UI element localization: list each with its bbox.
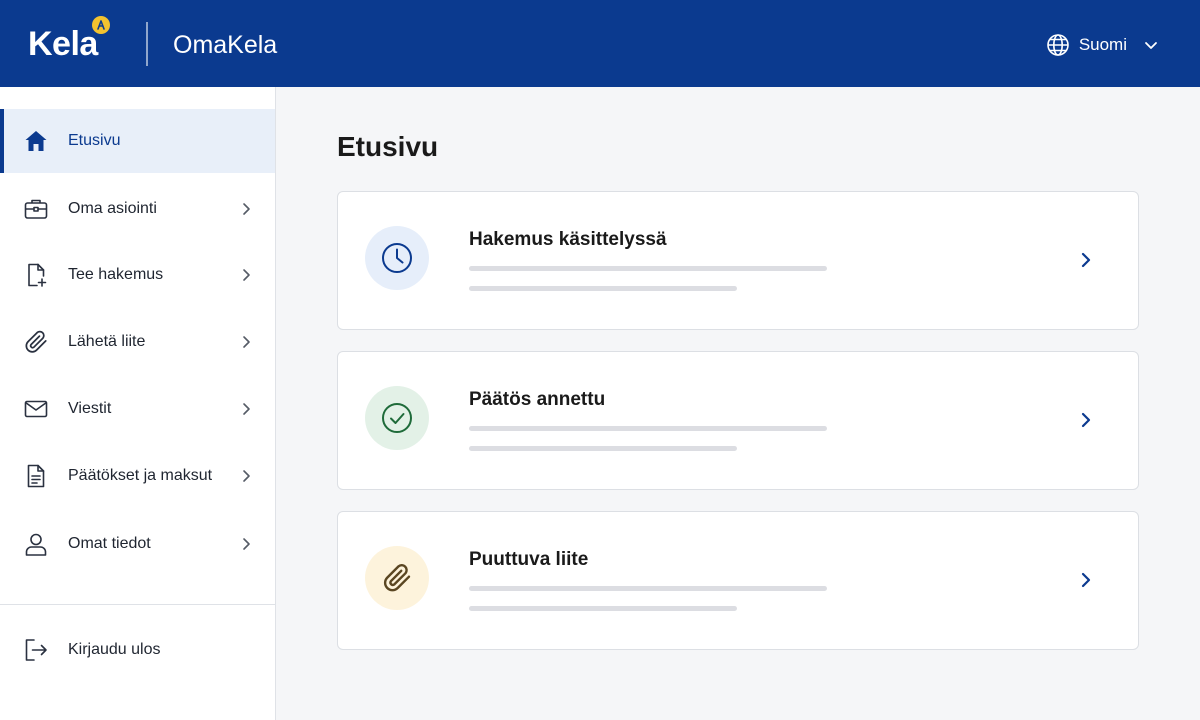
user-icon	[22, 530, 50, 558]
sidebar-item-paatokset-ja-maksut[interactable]: Päätökset ja maksut	[0, 444, 275, 508]
chevron-right-icon	[1081, 252, 1091, 268]
mail-icon	[22, 395, 50, 423]
placeholder-line	[469, 586, 827, 591]
briefcase-icon	[22, 195, 50, 223]
sidebar-item-label: Viestit	[68, 400, 112, 417]
card-title: Hakemus käsittelyssä	[469, 229, 667, 250]
placeholder-line	[469, 606, 737, 611]
chevron-right-icon	[243, 470, 250, 482]
chevron-right-icon	[243, 336, 250, 348]
status-card-puuttuva-liite[interactable]: Puuttuva liite	[337, 511, 1139, 650]
chevron-right-icon	[1081, 412, 1091, 428]
logout-icon	[22, 636, 50, 664]
status-card-hakemus-kasittelyssa[interactable]: Hakemus käsittelyssä	[337, 191, 1139, 330]
paperclip-icon	[22, 328, 50, 356]
placeholder-line	[469, 266, 827, 271]
kela-logo[interactable]: Kela	[28, 26, 98, 62]
sidebar-divider	[0, 604, 275, 605]
top-header: Kela OmaKela Suomi	[0, 0, 1200, 87]
sidebar-item-label: Omat tiedot	[68, 535, 151, 552]
sidebar-item-label: Tee hakemus	[68, 266, 164, 283]
logo-badge-icon	[92, 16, 110, 34]
sidebar-item-omat-tiedot[interactable]: Omat tiedot	[0, 512, 275, 576]
check-circle-icon	[365, 386, 429, 450]
sidebar-item-etusivu[interactable]: Etusivu	[0, 109, 275, 173]
sidebar-item-oma-asiointi[interactable]: Oma asiointi	[0, 177, 275, 241]
sidebar-item-laheta-liite[interactable]: Lähetä liite	[0, 310, 275, 374]
chevron-down-icon	[1145, 42, 1157, 49]
status-card-paatos-annettu[interactable]: Päätös annettu	[337, 351, 1139, 490]
chevron-right-icon	[243, 203, 250, 215]
clock-icon	[365, 226, 429, 290]
logout-button[interactable]: Kirjaudu ulos	[0, 618, 275, 682]
chevron-right-icon	[1081, 572, 1091, 588]
file-plus-icon	[22, 261, 50, 289]
sidebar-item-label: Oma asiointi	[68, 200, 157, 217]
sidebar-item-label: Lähetä liite	[68, 333, 146, 350]
chevron-right-icon	[243, 403, 250, 415]
placeholder-line	[469, 286, 737, 291]
placeholder-line	[469, 426, 827, 431]
page-title: Etusivu	[337, 131, 439, 162]
logout-label: Kirjaudu ulos	[68, 641, 161, 658]
sidebar-item-viestit[interactable]: Viestit	[0, 377, 275, 441]
paperclip-icon	[365, 546, 429, 610]
language-label: Suomi	[1078, 35, 1127, 54]
sidebar-item-tee-hakemus[interactable]: Tee hakemus	[0, 243, 275, 307]
sidebar-item-label: Etusivu	[68, 132, 121, 149]
home-icon	[22, 127, 50, 155]
header-divider	[146, 22, 148, 66]
app-name: OmaKela	[173, 31, 278, 59]
language-selector[interactable]: Suomi	[1046, 31, 1160, 59]
chevron-right-icon	[243, 269, 250, 281]
document-icon	[22, 462, 50, 490]
globe-icon	[1047, 34, 1069, 56]
card-title: Päätös annettu	[469, 389, 606, 410]
placeholder-line	[469, 446, 737, 451]
sidebar-nav: Etusivu Oma asiointi Tee hakemus Lähetä …	[0, 87, 276, 720]
sidebar-item-label: Päätökset ja maksut	[68, 467, 213, 484]
card-title: Puuttuva liite	[469, 549, 589, 570]
chevron-right-icon	[243, 538, 250, 550]
